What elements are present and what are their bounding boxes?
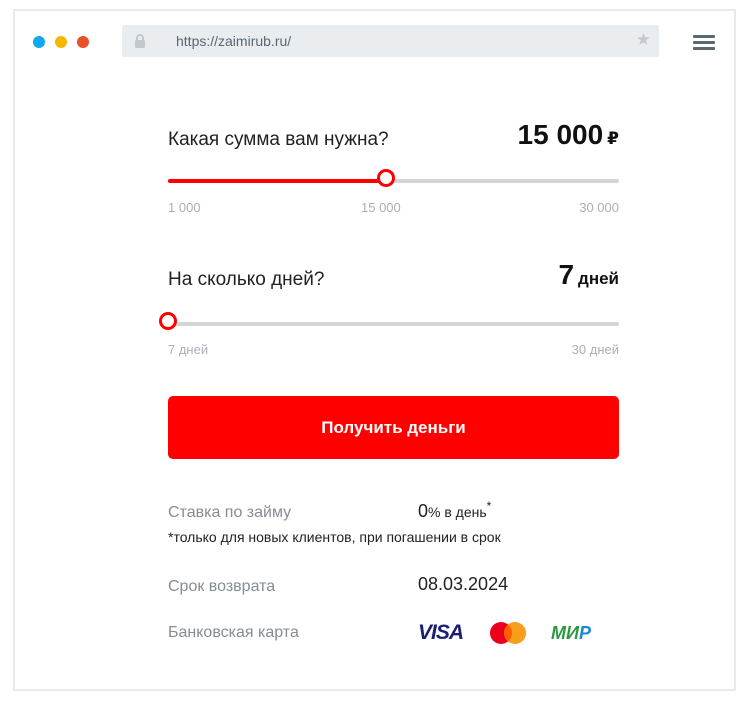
- days-scale: 7 дней 30 дней: [168, 342, 619, 358]
- amount-question: Какая сумма вам нужна?: [168, 129, 389, 150]
- amount-header: Какая сумма вам нужна? 15 000 ₽: [168, 119, 619, 155]
- amount-number: 15 000: [517, 119, 604, 150]
- url-text: https://zaimirub.ru/: [176, 33, 292, 49]
- days-value: 7 дней: [558, 259, 619, 291]
- get-money-button[interactable]: Получить деньги: [168, 396, 619, 459]
- maximize-dot[interactable]: [77, 36, 89, 48]
- browser-window: https://zaimirub.ru/ ★ Какая сумма вам н…: [13, 9, 736, 691]
- days-number: 7: [558, 259, 575, 290]
- amount-slider-handle[interactable]: [376, 169, 395, 187]
- close-dot[interactable]: [33, 36, 45, 48]
- days-min-label: 7 дней: [168, 342, 209, 357]
- days-slider-handle[interactable]: [159, 312, 177, 330]
- card-label: Банковская карта: [168, 624, 299, 641]
- currency-sign: ₽: [607, 129, 619, 148]
- rate-suffix: % в день: [428, 504, 487, 520]
- days-unit: дней: [578, 269, 619, 288]
- return-label: Срок возврата: [168, 578, 276, 595]
- days-question: На сколько дней?: [168, 269, 325, 290]
- amount-min-label: 1 000: [168, 200, 201, 215]
- rate-number: 0: [418, 501, 429, 521]
- mastercard-logo: [490, 622, 527, 644]
- rate-value: 0% в день*: [418, 499, 491, 522]
- mir-logo: МИР: [551, 623, 591, 644]
- amount-mid-label: 15 000: [361, 200, 401, 215]
- return-date: 08.03.2024: [418, 574, 509, 594]
- amount-slider[interactable]: [168, 169, 619, 187]
- amount-max-label: 30 000: [579, 200, 619, 215]
- amount-slider-fill: [168, 179, 386, 183]
- days-header: На сколько дней? 7 дней: [168, 259, 619, 295]
- star-icon[interactable]: ★: [636, 30, 651, 50]
- mir-logo-text: МИ: [551, 622, 579, 643]
- rate-asterisk: *: [486, 499, 492, 513]
- rate-label: Ставка по займу: [168, 504, 292, 521]
- minimize-dot[interactable]: [55, 36, 67, 48]
- payment-logos: VISA МИР: [418, 621, 591, 645]
- address-bar[interactable]: https://zaimirub.ru/ ★: [122, 25, 659, 57]
- window-controls: [33, 36, 89, 48]
- mir-logo-r: Р: [578, 622, 591, 643]
- amount-scale: 1 000 15 000 30 000: [168, 200, 619, 216]
- rate-footnote: *только для новых клиентов, при погашени…: [168, 529, 501, 545]
- days-max-label: 30 дней: [571, 342, 619, 357]
- lock-icon: [135, 34, 145, 48]
- days-slider[interactable]: [159, 312, 619, 330]
- visa-logo: VISA: [418, 621, 464, 644]
- hamburger-menu-icon[interactable]: [693, 35, 715, 51]
- amount-value: 15 000 ₽: [518, 119, 619, 151]
